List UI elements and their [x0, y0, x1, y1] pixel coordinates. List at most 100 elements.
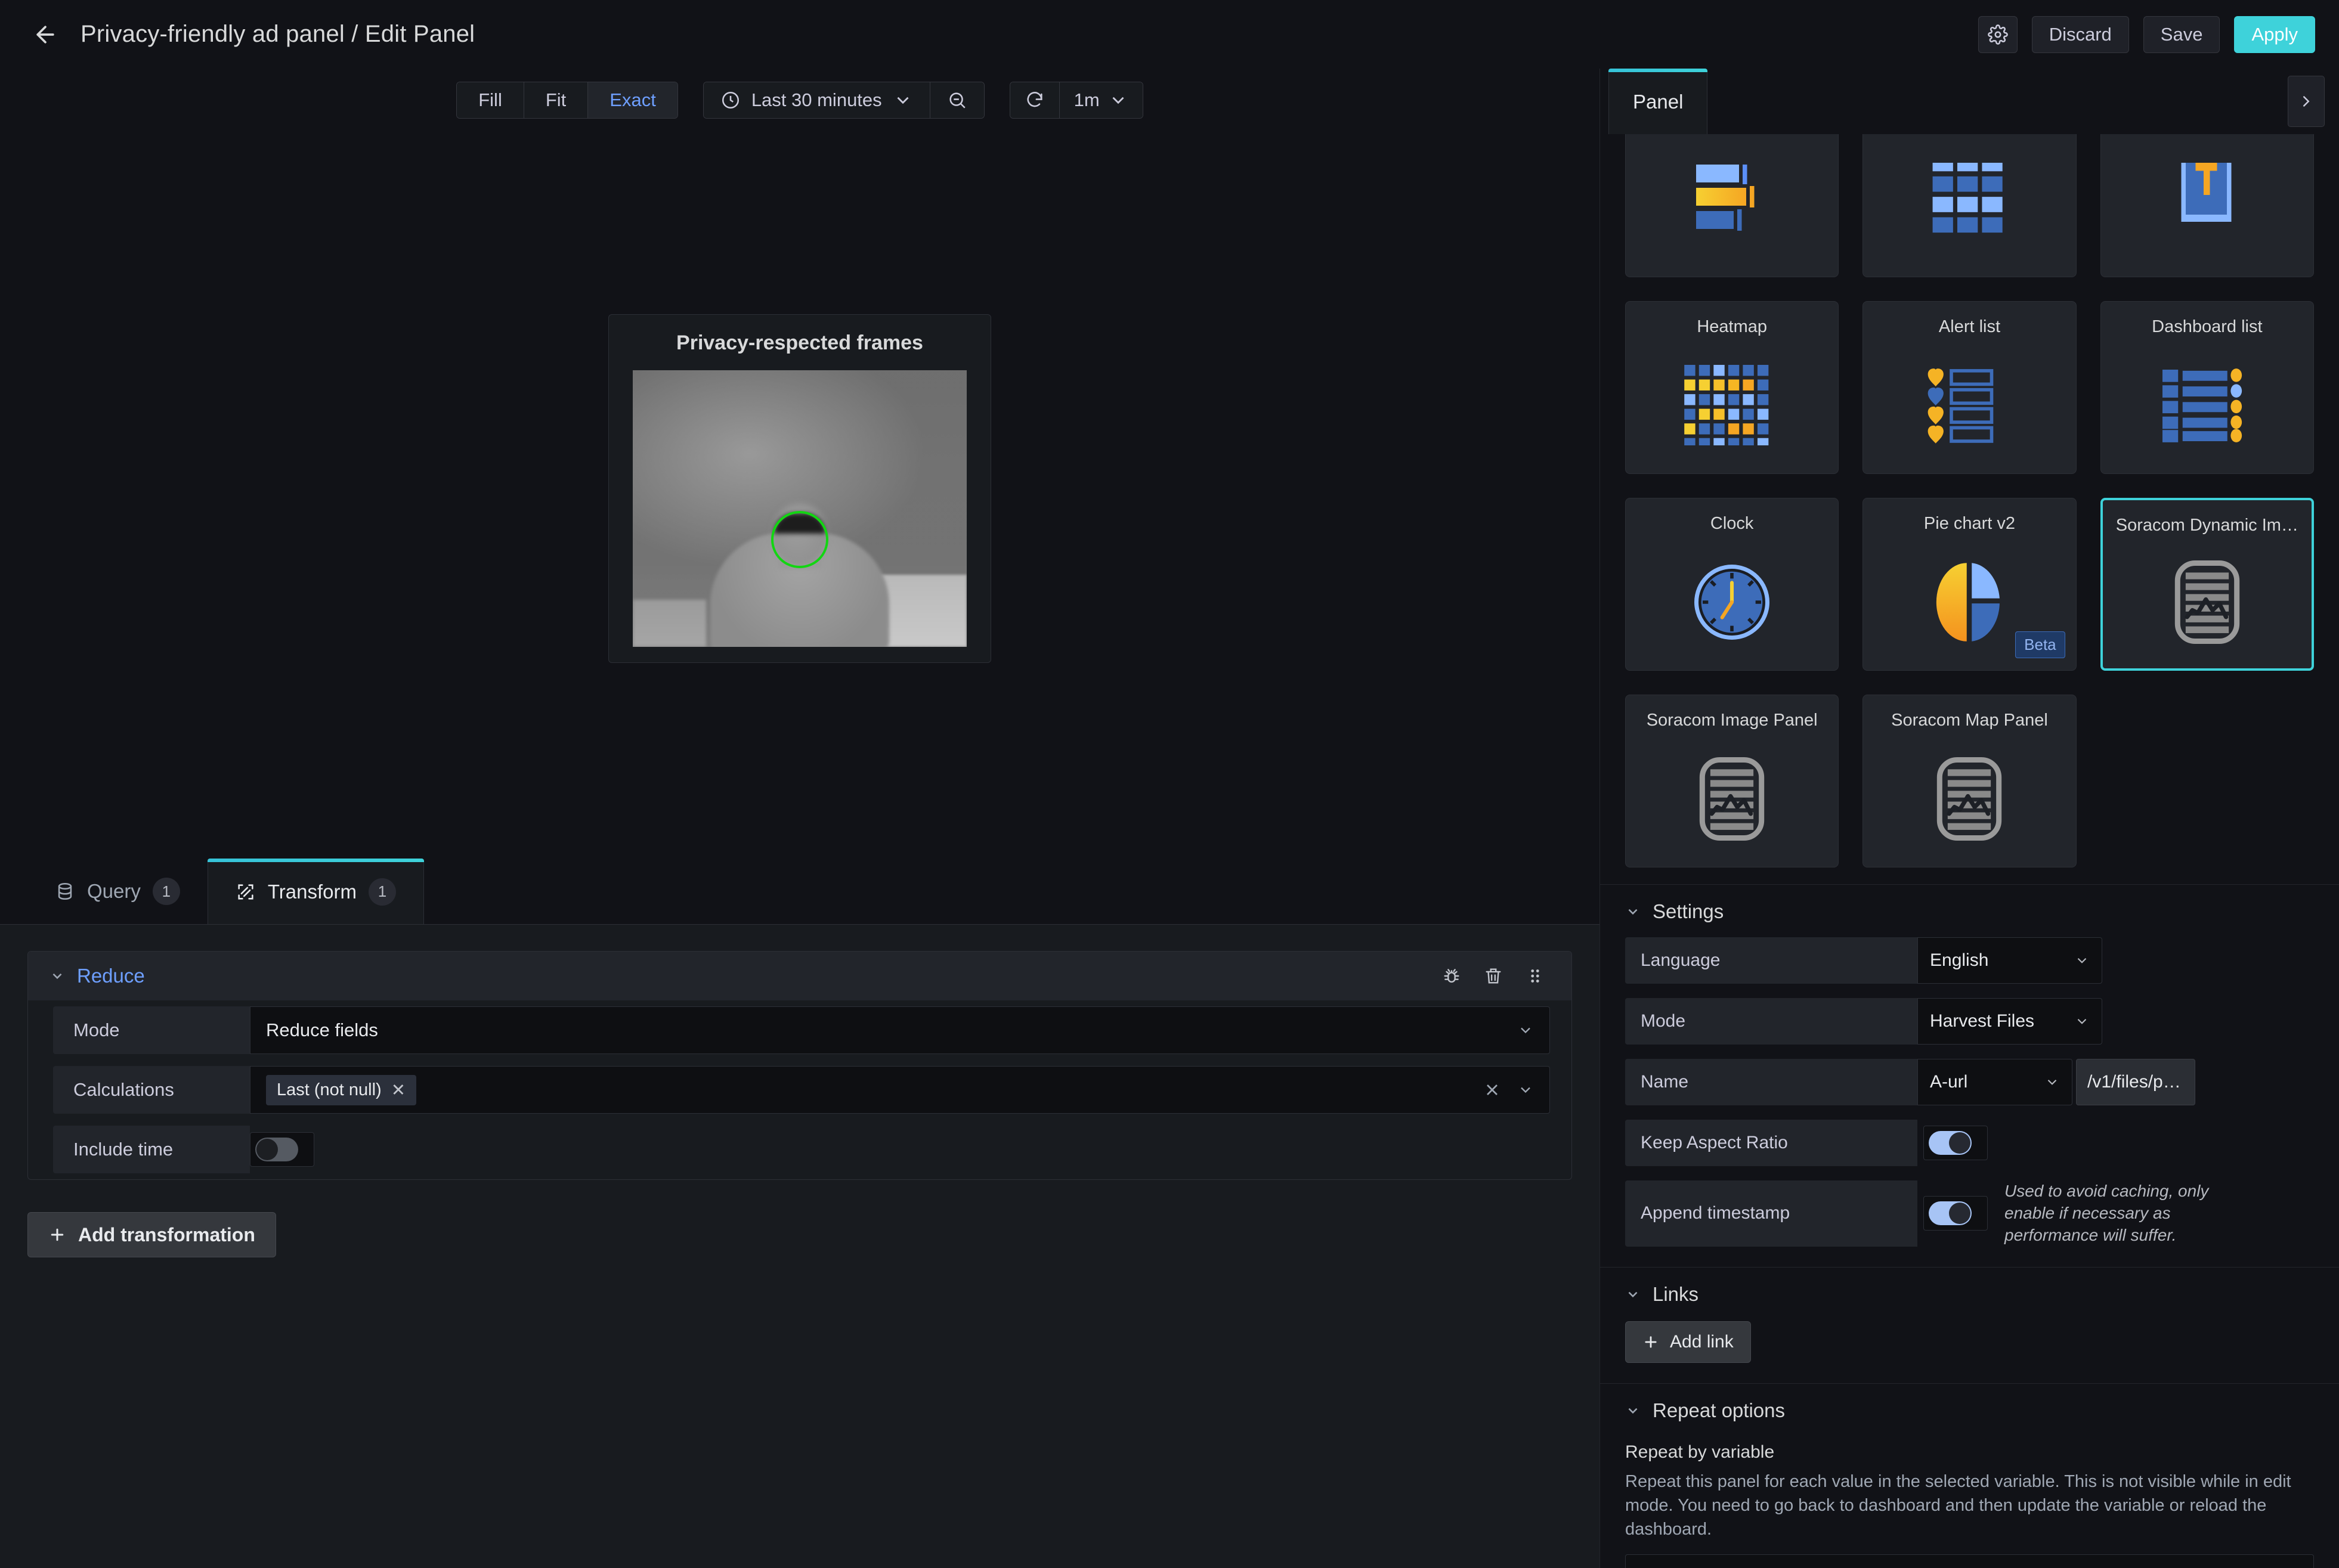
mode-select[interactable]: Reduce fields — [250, 1006, 1550, 1054]
tab-transform[interactable]: Transform 1 — [208, 859, 424, 924]
keep-aspect-cell — [1917, 1120, 1988, 1166]
links-section: Links Add link — [1600, 1267, 2339, 1383]
panel-preview-card[interactable]: Privacy-respected frames — [608, 314, 991, 663]
viz-card-soracom-image-panel[interactable]: Soracom Image Panel — [1625, 695, 1839, 867]
mode-label: Mode — [53, 1006, 250, 1054]
name-value: A-url — [1930, 1072, 1967, 1092]
viz-card-gauge-text[interactable] — [2100, 134, 2314, 277]
back-button[interactable] — [27, 16, 64, 53]
chevron-down-icon — [2044, 1074, 2060, 1090]
settings-row-append-timestamp: Append timestamp Used to avoid caching, … — [1625, 1180, 2314, 1247]
include-time-label: Include time — [53, 1126, 250, 1173]
viz-card-soracom-dynamic-image[interactable]: Soracom Dynamic Im… — [2100, 498, 2314, 671]
tab-panel[interactable]: Panel — [1608, 69, 1707, 134]
discard-button[interactable]: Discard — [2032, 16, 2129, 53]
chevron-down-icon — [1517, 1022, 1534, 1039]
viz-card-bar-gauge[interactable] — [1625, 134, 1839, 277]
append-timestamp-toggle[interactable] — [1923, 1196, 1988, 1231]
transformation-row-calculations: Calculations Last (not null) ✕ — [28, 1060, 1571, 1120]
sidebar-scroll-area[interactable]: Heatmap — [1600, 134, 2339, 1568]
repeat-description: Repeat this panel for each value in the … — [1625, 1470, 2314, 1541]
repeat-options-header[interactable]: Repeat options — [1625, 1399, 2314, 1422]
tab-query-label: Query — [87, 880, 141, 903]
refresh-interval-label: 1m — [1074, 89, 1100, 111]
size-mode-fit[interactable]: Fit — [524, 82, 588, 118]
panel-size-radio-group: Fill Fit Exact — [456, 82, 678, 119]
chevron-right-icon — [2297, 92, 2315, 110]
database-icon — [55, 881, 75, 901]
append-timestamp-cell — [1917, 1180, 1988, 1247]
viz-card-table[interactable] — [1862, 134, 2076, 277]
drag-handle-icon — [1525, 966, 1545, 986]
keep-aspect-toggle[interactable] — [1923, 1126, 1988, 1160]
zoom-out-button[interactable] — [930, 82, 984, 118]
chevron-down-icon[interactable] — [1517, 1082, 1534, 1098]
settings-section-header[interactable]: Settings — [1625, 900, 2314, 923]
repeat-options-title: Repeat options — [1653, 1399, 1785, 1422]
panel-settings-button[interactable] — [1978, 16, 2018, 53]
tab-query[interactable]: Query 1 — [27, 859, 208, 924]
beta-badge: Beta — [2015, 631, 2065, 658]
bug-icon — [1441, 966, 1462, 986]
tab-transform-badge: 1 — [369, 878, 396, 906]
links-section-header[interactable]: Links — [1625, 1283, 2314, 1306]
refresh-button[interactable] — [1010, 82, 1060, 118]
drag-transformation-handle[interactable] — [1520, 961, 1550, 991]
viz-card-alert-list[interactable]: Alert list — [1862, 301, 2076, 474]
size-mode-fill[interactable]: Fill — [457, 82, 524, 118]
viz-card-label: Dashboard list — [2143, 317, 2270, 337]
apply-button[interactable]: Apply — [2234, 16, 2315, 53]
clock-face-glyph — [1690, 560, 1774, 644]
viz-card-dashboard-list[interactable]: Dashboard list — [2100, 301, 2314, 474]
transformation-header[interactable]: Reduce — [28, 952, 1571, 1000]
language-select[interactable]: English — [1917, 937, 2102, 984]
repeat-by-variable-label: Repeat by variable — [1625, 1442, 2314, 1462]
viz-card-label: Alert list — [1930, 317, 2009, 337]
plus-icon — [1642, 1334, 1659, 1350]
collapse-sidebar-button[interactable] — [2288, 76, 2325, 127]
add-link-button[interactable]: Add link — [1625, 1321, 1751, 1363]
settings-row-mode: Mode Harvest Files — [1625, 998, 2314, 1045]
settings-mode-label: Mode — [1625, 998, 1917, 1045]
calculation-chip[interactable]: Last (not null) ✕ — [266, 1075, 416, 1105]
panel-preview-area: Privacy-respected frames — [0, 123, 1599, 859]
close-icon[interactable] — [1483, 1080, 1502, 1099]
debug-transformation-button[interactable] — [1437, 961, 1466, 991]
close-icon[interactable]: ✕ — [391, 1080, 406, 1101]
viz-card-clock[interactable]: Clock — [1625, 498, 1839, 671]
save-button[interactable]: Save — [2143, 16, 2220, 53]
size-mode-exact[interactable]: Exact — [588, 82, 677, 118]
name-url-input[interactable]: /v1/files/p… — [2076, 1059, 2195, 1105]
viz-card-soracom-map-panel[interactable]: Soracom Map Panel — [1862, 695, 2076, 867]
time-range-label: Last 30 minutes — [751, 89, 882, 111]
chevron-down-icon — [49, 968, 65, 984]
time-range-picker[interactable]: Last 30 minutes — [704, 82, 930, 118]
soracom-image-icon — [1699, 730, 1765, 867]
viz-card-heatmap[interactable]: Heatmap — [1625, 301, 1839, 474]
transformation-title: Reduce — [77, 965, 1425, 987]
add-link-label: Add link — [1670, 1332, 1734, 1352]
transform-body: Reduce — [0, 924, 1599, 1568]
chevron-down-icon — [1625, 1403, 1641, 1418]
repeat-variable-select[interactable]: Choose — [1625, 1554, 2314, 1568]
chevron-down-icon — [893, 90, 913, 110]
toggle-knob — [1929, 1201, 1972, 1225]
name-select[interactable]: A-url — [1917, 1059, 2072, 1105]
include-time-toggle[interactable] — [250, 1132, 314, 1167]
gauge-text-icon — [2171, 134, 2243, 277]
viz-card-pie-chart-v2[interactable]: Pie chart v2 Beta — [1862, 498, 2076, 671]
zoom-out-icon — [947, 90, 967, 110]
gear-icon — [1988, 24, 2008, 45]
sidebar-tabs: Panel — [1600, 69, 2339, 134]
refresh-interval-picker[interactable]: 1m — [1060, 82, 1143, 118]
viz-card-label: Clock — [1702, 514, 1762, 534]
tab-query-badge: 1 — [153, 878, 180, 905]
add-transformation-button[interactable]: Add transformation — [27, 1212, 276, 1257]
delete-transformation-button[interactable] — [1478, 961, 1508, 991]
pie-chart-icon — [1933, 534, 2005, 670]
camera-frame-image — [633, 370, 967, 647]
trash-icon — [1483, 966, 1503, 986]
calculations-select[interactable]: Last (not null) ✕ — [250, 1066, 1550, 1114]
settings-section: Settings Language English Mode Harvest F… — [1600, 884, 2339, 1267]
settings-mode-select[interactable]: Harvest Files — [1917, 998, 2102, 1045]
